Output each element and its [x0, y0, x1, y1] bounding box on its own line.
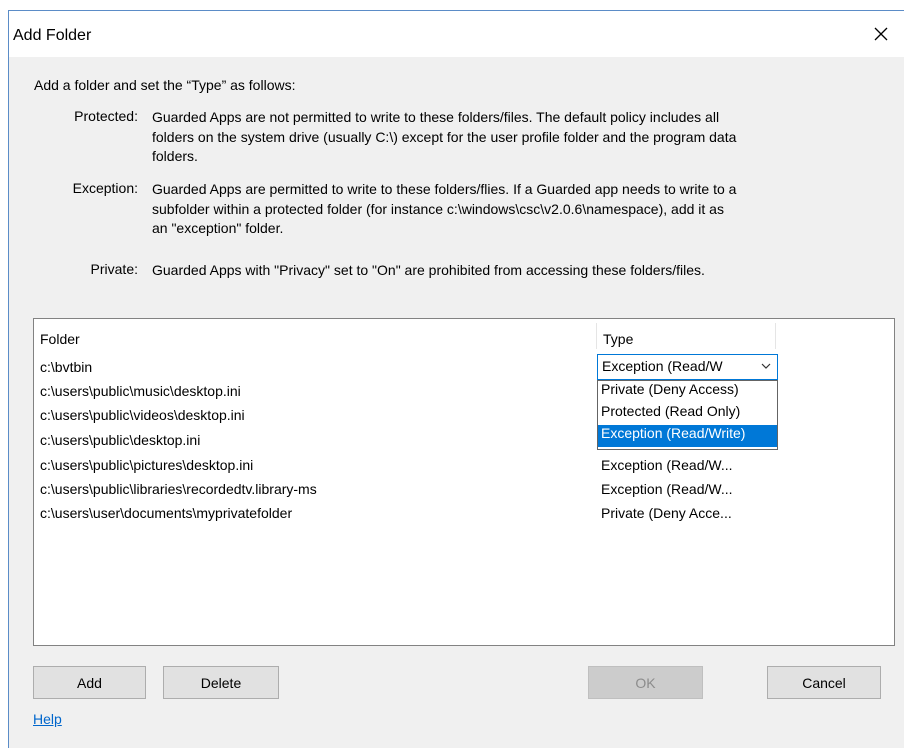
table-row[interactable]: c:\users\public\pictures\desktop.ini Exc… [34, 455, 894, 479]
option-exception[interactable]: Exception (Read/Write) [598, 425, 777, 447]
help-link[interactable]: Help [33, 711, 62, 727]
add-button[interactable]: Add [33, 666, 146, 699]
desc-line: Guarded Apps are permitted to write to t… [152, 181, 737, 197]
column-header-folder[interactable]: Folder [40, 331, 80, 347]
desc-line: an "exception" folder. [152, 220, 284, 236]
type-select-value: Exception (Read/W [602, 358, 723, 374]
folder-path: c:\users\user\documents\myprivatefolder [40, 505, 293, 521]
cancel-button[interactable]: Cancel [767, 666, 881, 699]
table-row[interactable]: c:\users\public\libraries\recordedtv.lib… [34, 479, 894, 503]
option-private[interactable]: Private (Deny Access) [598, 381, 777, 403]
folder-type: Private (Deny Acce... [601, 505, 732, 521]
folder-type: Exception (Read/W... [601, 457, 733, 473]
folder-path: c:\users\public\music\desktop.ini [40, 383, 241, 399]
intro-text: Add a folder and set the “Type” as follo… [34, 77, 296, 93]
folder-path: c:\bvtbin [40, 359, 93, 375]
term-private: Private: [90, 261, 138, 277]
column-header-type[interactable]: Type [596, 323, 776, 349]
folder-path: c:\users\public\libraries\recordedtv.lib… [40, 481, 317, 497]
delete-button[interactable]: Delete [163, 666, 279, 699]
option-protected[interactable]: Protected (Read Only) [598, 403, 777, 425]
type-select[interactable]: Exception (Read/W [597, 354, 778, 380]
type-dropdown-menu: Private (Deny Access) Protected (Read On… [597, 380, 778, 450]
desc-private: Guarded Apps with "Privacy" set to "On" … [152, 261, 894, 281]
term-exception: Exception: [72, 180, 138, 196]
ok-button[interactable]: OK [588, 666, 703, 699]
folder-list[interactable]: Folder Type c:\bvtbin c:\users\public\mu… [33, 318, 895, 646]
folder-type: Exception (Read/W... [601, 481, 733, 497]
chevron-down-icon [761, 363, 771, 369]
folder-path: c:\users\public\videos\desktop.ini [40, 407, 245, 423]
folder-path: c:\users\public\desktop.ini [40, 432, 201, 448]
table-row[interactable]: c:\users\user\documents\myprivatefolder … [34, 503, 894, 527]
desc-exception: Guarded Apps are permitted to write to t… [152, 180, 894, 239]
desc-line: folders on the system drive (usually C:\… [152, 128, 737, 145]
close-button[interactable] [858, 11, 904, 57]
desc-line: folders. [152, 148, 198, 164]
window-title: Add Folder [13, 27, 92, 44]
title-bar: Add Folder [9, 11, 904, 57]
desc-line: subfolder within a protected folder (for… [152, 200, 724, 217]
term-protected: Protected: [74, 108, 138, 124]
desc-line: Guarded Apps are not permitted to write … [152, 109, 720, 125]
folder-path: c:\users\public\pictures\desktop.ini [40, 457, 254, 473]
close-icon [874, 27, 888, 41]
add-folder-dialog: Add Folder Add a folder and set the “Typ… [8, 10, 904, 748]
desc-protected: Guarded Apps are not permitted to write … [152, 108, 894, 167]
desc-line: Guarded Apps with "Privacy" set to "On" … [152, 262, 705, 278]
